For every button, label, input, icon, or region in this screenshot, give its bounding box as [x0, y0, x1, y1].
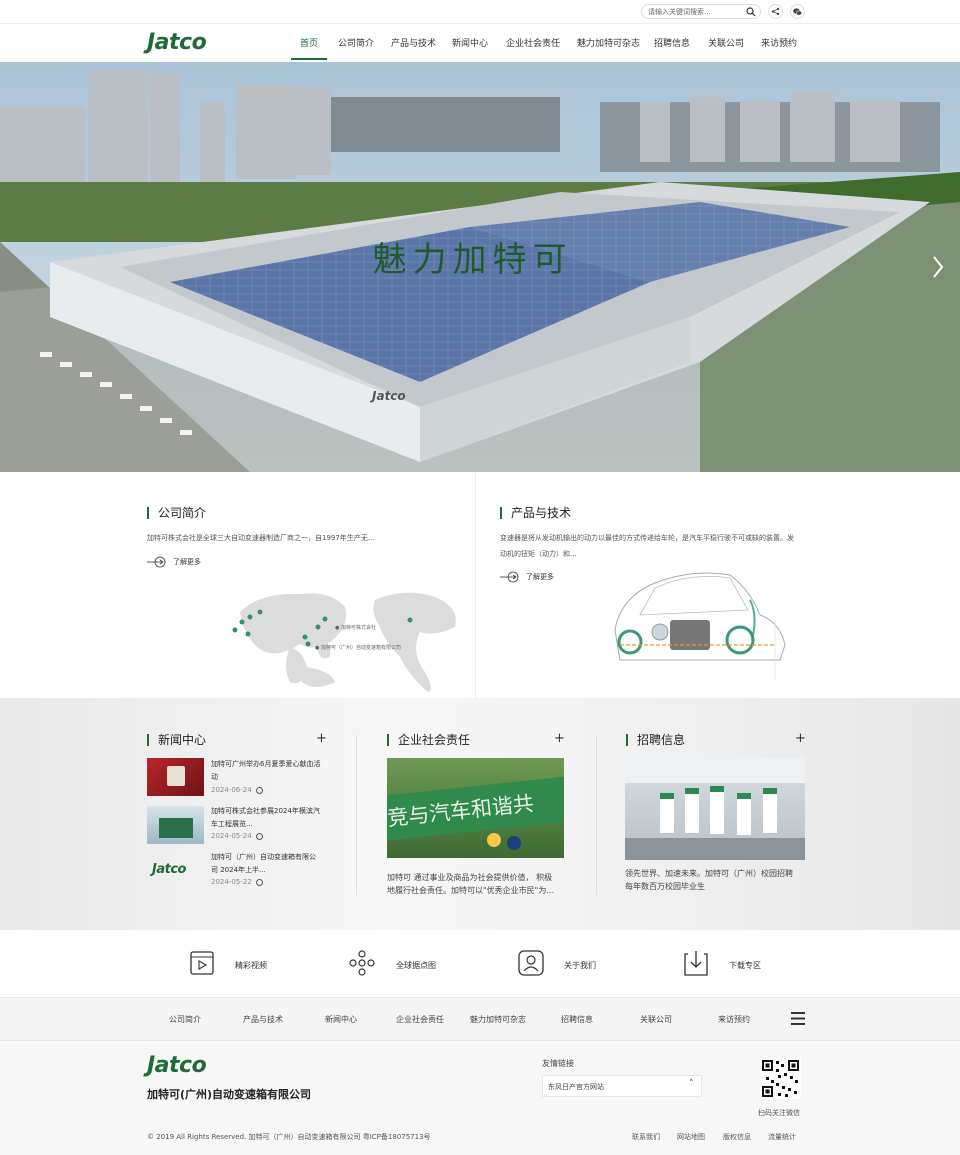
product-tech-title[interactable]: 产品与技术 — [500, 507, 571, 519]
footer-link-copyright[interactable]: 版权信息 — [723, 1132, 751, 1142]
nav-item-news[interactable]: 新闻中心 — [452, 36, 488, 49]
footer-link-sitemap[interactable]: 网站地图 — [677, 1132, 705, 1142]
quick-link-video[interactable]: 精彩视频 — [235, 960, 267, 971]
footer: Jatco 加特可(广州)自动变速箱有限公司 友情链接 东风日产官方网站 ˄ 扫… — [0, 1041, 960, 1155]
csr-desc: 加特可 通过事业及商品为社会提供价值， 积极 地履行社会责任。加特可以"优秀企业市… — [387, 873, 554, 895]
top-bar: 请输入关键词搜索... — [0, 0, 960, 24]
news-item-3-date: 2024-05-22 — [211, 878, 263, 886]
clock-icon — [255, 878, 263, 886]
car-transmission-image — [614, 572, 786, 680]
friend-links-select[interactable]: 东风日产官方网站 ˄ — [542, 1075, 702, 1097]
footer-nav-company[interactable]: 公司简介 — [169, 1014, 201, 1025]
band-divider — [356, 735, 357, 895]
intro-divider — [475, 472, 476, 698]
footer-nav-affiliates[interactable]: 关联公司 — [640, 1014, 672, 1025]
network-icon[interactable] — [349, 950, 375, 976]
product-more-label: 了解更多 — [526, 573, 554, 581]
world-map-image — [232, 592, 456, 692]
csr-image[interactable]: 竞与汽车和谐共 — [387, 758, 564, 858]
news-more-plus[interactable]: + — [316, 731, 327, 746]
company-more-link[interactable]: 了解更多 — [147, 556, 201, 568]
footer-nav-news[interactable]: 新闻中心 — [325, 1014, 357, 1025]
footer-company-name: 加特可(广州)自动变速箱有限公司 — [147, 1088, 312, 1101]
qr-caption: 扫码关注微信 — [758, 1109, 800, 1117]
product-tech-desc-1: 变速器是将从发动机输出的动力以最佳的方式传递给车轮，是汽车平稳行驶不可或缺的装置… — [500, 534, 794, 542]
quick-links: 精彩视频 全球据点图 关于我们 下载专区 — [0, 930, 960, 997]
friend-links-title: 友情链接 — [542, 1059, 574, 1068]
news-center-title[interactable]: 新闻中心 — [147, 734, 206, 746]
company-intro-desc: 加特可株式会社是全球三大自动变速器制造厂商之一，自1997年生产无... — [147, 534, 375, 542]
nav-item-company[interactable]: 公司简介 — [338, 36, 374, 49]
footer-nav: 公司简介 产品与技术 新闻中心 企业社会责任 魅力加特可杂志 招聘信息 关联公司… — [0, 997, 960, 1041]
csr-title[interactable]: 企业社会责任 — [387, 734, 470, 746]
quick-link-global-map[interactable]: 全球据点图 — [396, 960, 436, 971]
main-nav: Jatco 首页 公司简介 产品与技术 新闻中心 企业社会责任 魅力加特可杂志 … — [0, 24, 960, 62]
video-icon[interactable] — [190, 950, 214, 976]
person-icon[interactable] — [518, 950, 544, 976]
search-icon[interactable] — [746, 7, 756, 17]
product-more-link[interactable]: 了解更多 — [500, 571, 554, 583]
footer-nav-products[interactable]: 产品与技术 — [243, 1014, 283, 1025]
nav-item-csr[interactable]: 企业社会责任 — [506, 36, 560, 49]
arrow-circle-icon — [147, 556, 166, 568]
nav-item-affiliates[interactable]: 关联公司 — [708, 36, 744, 49]
recruit-more-plus[interactable]: + — [795, 731, 806, 746]
friend-links-selected: 东风日产官方网站 — [548, 1083, 604, 1091]
search-box[interactable]: 请输入关键词搜索... — [641, 4, 761, 19]
news-item-3-title[interactable]: 加特可（广州）自动变速箱有限公司 2024年上半... — [211, 851, 331, 877]
download-icon[interactable] — [684, 950, 708, 976]
footer-nav-visit[interactable]: 来访预约 — [718, 1014, 750, 1025]
nav-item-recruit[interactable]: 招聘信息 — [654, 36, 690, 49]
footer-nav-magazine[interactable]: 魅力加特可杂志 — [470, 1014, 526, 1025]
footer-nav-recruit[interactable]: 招聘信息 — [561, 1014, 593, 1025]
quick-link-download[interactable]: 下载专区 — [729, 960, 761, 971]
arrow-circle-icon — [500, 571, 519, 583]
nav-item-magazine[interactable]: 魅力加特可杂志 — [577, 36, 640, 49]
nav-item-visit[interactable]: 来访预约 — [761, 36, 797, 49]
band-divider — [596, 735, 597, 895]
map-label-guangzhou: ● 加特可（广州）自动变速箱有限公司 — [315, 645, 401, 651]
news-thumb-1[interactable] — [147, 758, 204, 796]
clock-icon — [255, 832, 263, 840]
search-input[interactable]: 请输入关键词搜索... — [648, 7, 711, 17]
menu-icon[interactable] — [791, 1012, 805, 1025]
copyright: © 2019 All Rights Reserved. 加特可（广州）自动变速箱… — [147, 1133, 431, 1141]
news-item-2-title[interactable]: 加特可株式会社参展2024年横滨汽 车工程展览... — [211, 805, 331, 831]
qr-code-image — [760, 1058, 801, 1099]
chevron-up-icon: ˄ — [689, 1079, 694, 1089]
company-intro-title[interactable]: 公司简介 — [147, 507, 206, 519]
nav-active-indicator — [291, 58, 327, 60]
svg-text:Jatco: Jatco — [370, 389, 406, 403]
company-more-label: 了解更多 — [173, 558, 201, 566]
hero-banner[interactable]: Jatco 魅力加特可 — [0, 62, 960, 472]
share-icon[interactable] — [768, 4, 783, 19]
nav-item-products[interactable]: 产品与技术 — [391, 36, 436, 49]
nav-item-home[interactable]: 首页 — [300, 36, 318, 49]
recruit-desc: 领先世界、加速未来。加特可（广州）校园招聘 每年数百万校园毕业生 — [625, 869, 793, 891]
hero-title: 魅力加特可 — [372, 240, 573, 280]
recruit-image[interactable] — [625, 758, 805, 860]
news-item-1-title[interactable]: 加特可广州举办6月夏季爱心献血活动 — [211, 758, 331, 784]
footer-link-stats[interactable]: 流量统计 — [768, 1132, 796, 1142]
footer-nav-csr[interactable]: 企业社会责任 — [396, 1014, 444, 1025]
quick-link-about[interactable]: 关于我们 — [564, 960, 596, 971]
news-item-2-date: 2024-05-24 — [211, 832, 263, 840]
wechat-icon[interactable] — [790, 4, 805, 19]
jatco-logo[interactable]: Jatco — [147, 30, 207, 55]
news-thumb-3-logo[interactable]: Jatco — [152, 862, 186, 877]
footer-logo[interactable]: Jatco — [147, 1053, 207, 1078]
news-thumb-2[interactable] — [147, 806, 204, 844]
clock-icon — [255, 786, 263, 794]
news-item-1-date: 2024-06-24 — [211, 786, 263, 794]
recruit-title[interactable]: 招聘信息 — [626, 734, 685, 746]
csr-more-plus[interactable]: + — [554, 731, 565, 746]
footer-link-contact[interactable]: 联系我们 — [632, 1132, 660, 1142]
map-label-jatco: ● 加特可株式会社 — [335, 625, 376, 631]
